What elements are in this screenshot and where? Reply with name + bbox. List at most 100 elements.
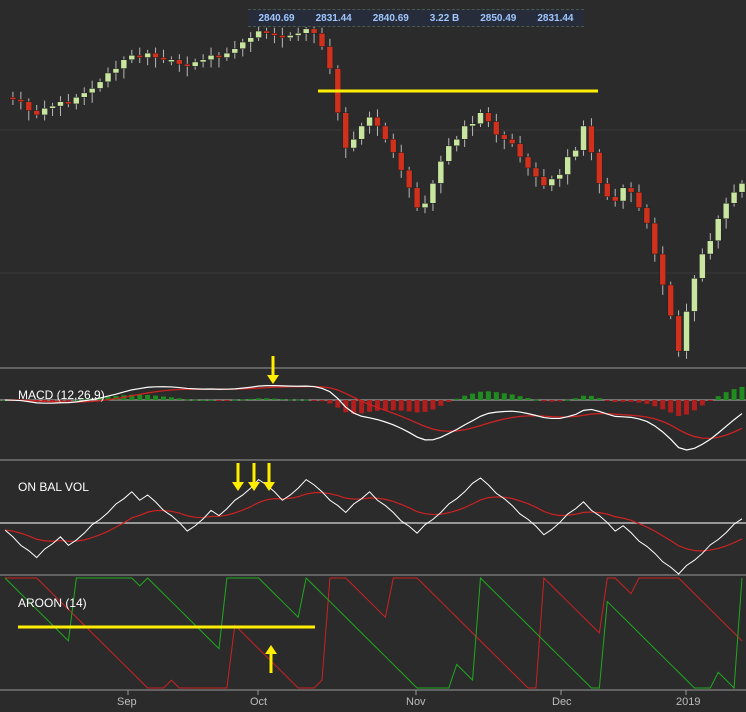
- candle-bear: [65, 101, 72, 105]
- candle-bull: [707, 240, 714, 255]
- candle-bull: [80, 92, 88, 98]
- ohlc-volume: 3.22 B: [429, 12, 460, 24]
- candle-bear: [540, 176, 548, 186]
- macd-histogram-bar: [168, 397, 174, 400]
- macd-histogram-bar: [731, 389, 737, 400]
- macd-histogram-bar: [256, 398, 262, 400]
- macd-histogram-bar: [145, 394, 151, 400]
- macd-histogram-bar: [319, 400, 325, 402]
- candle-bear: [160, 57, 167, 60]
- macd-histogram-bar: [691, 400, 697, 411]
- macd-histogram-bar: [485, 391, 491, 400]
- candle-bear: [493, 121, 500, 136]
- candle-bull: [41, 108, 48, 116]
- candle-bear: [326, 46, 334, 69]
- chart-canvas: [0, 0, 746, 712]
- candle-bull: [437, 161, 445, 184]
- macd-histogram-bar: [192, 399, 198, 401]
- macd-histogram-bar: [541, 400, 547, 402]
- candle-bull: [730, 191, 738, 204]
- candle-bear: [532, 167, 540, 178]
- candle-bear: [635, 191, 643, 208]
- candle-bull: [469, 123, 476, 127]
- ohlc-high: 2831.44: [315, 12, 352, 24]
- candle-bear: [342, 112, 350, 149]
- macd-histogram-bar: [462, 395, 468, 400]
- candle-bear: [611, 196, 619, 202]
- candle-bear: [485, 112, 492, 122]
- candle-bull: [96, 81, 104, 89]
- macd-histogram-bar: [240, 399, 246, 401]
- candle-bull: [207, 55, 215, 60]
- macd-histogram-bar: [137, 394, 143, 400]
- candle-bear: [508, 138, 516, 144]
- macd-histogram-bar: [382, 400, 388, 411]
- macd-histogram-bar: [660, 400, 666, 410]
- candle-bull: [88, 88, 96, 94]
- candle-bear: [405, 169, 413, 189]
- candle-bear: [374, 116, 381, 127]
- candle-bull: [421, 202, 429, 208]
- macd-histogram-bar: [581, 395, 587, 400]
- candle-bear: [651, 222, 659, 255]
- macd-histogram-bar: [311, 400, 317, 401]
- x-label-nov: Nov: [406, 696, 426, 708]
- candle-bull: [247, 37, 254, 43]
- candle-bull: [120, 59, 128, 69]
- candle-bull: [548, 178, 556, 186]
- ohlc-close: 2850.49: [480, 12, 517, 24]
- candle-bull: [429, 183, 437, 204]
- macd-histogram-bar: [216, 400, 222, 401]
- macd-histogram-bar: [208, 399, 214, 401]
- chart-window: 2840.69 2831.44 2840.69 3.22 B 2850.49 2…: [0, 0, 746, 712]
- candle-bull: [57, 101, 64, 107]
- candle-bear: [184, 63, 191, 67]
- candle-bear: [25, 101, 33, 111]
- candle-bull: [445, 145, 453, 162]
- candle-bear: [659, 253, 667, 286]
- candle-bear: [318, 32, 326, 47]
- macd-histogram-bar: [636, 400, 642, 403]
- macd-histogram-bar: [406, 400, 412, 412]
- candle-bull: [358, 125, 365, 140]
- macd-label: MACD (12,26,9): [18, 388, 105, 402]
- macd-histogram-bar: [493, 392, 499, 400]
- candle-bull: [572, 150, 579, 158]
- macd-histogram-bar: [715, 396, 721, 400]
- candle-bull: [104, 72, 112, 83]
- candle-bull: [73, 97, 80, 105]
- ohlc-low: 2840.69: [372, 12, 409, 24]
- macd-histogram-bar: [644, 400, 650, 404]
- candle-bear: [176, 59, 183, 65]
- candle-bull: [477, 112, 484, 125]
- candle-bear: [390, 138, 397, 153]
- macd-histogram-bar: [684, 400, 690, 415]
- candle-bear: [596, 152, 603, 184]
- macd-histogram-bar: [501, 393, 507, 400]
- candle-bull: [231, 48, 239, 54]
- candle-bull: [112, 68, 120, 74]
- candle-bear: [667, 284, 674, 317]
- macd-histogram-bar: [248, 398, 254, 400]
- candle-bull: [144, 52, 151, 58]
- macd-histogram-bar: [557, 400, 563, 402]
- candle-bull: [699, 253, 706, 279]
- macd-histogram-bar: [565, 399, 571, 401]
- candle-bull: [287, 35, 294, 38]
- macd-histogram-bar: [287, 399, 293, 401]
- candle-bear: [271, 32, 278, 36]
- candle-bear: [279, 35, 286, 38]
- macd-histogram-bar: [509, 394, 515, 400]
- candle-bear: [397, 152, 405, 171]
- candle-bull: [683, 311, 690, 352]
- x-label-2019: 2019: [676, 696, 701, 708]
- macd-histogram-bar: [652, 400, 658, 407]
- candle-bull: [350, 138, 357, 149]
- macd-histogram-bar: [454, 398, 460, 400]
- macd-histogram-bar: [295, 399, 301, 401]
- macd-histogram-bar: [549, 400, 555, 402]
- candle-bull: [738, 183, 746, 193]
- macd-histogram-bar: [430, 400, 436, 410]
- candle-bull: [255, 30, 262, 38]
- macd-histogram-bar: [588, 395, 594, 400]
